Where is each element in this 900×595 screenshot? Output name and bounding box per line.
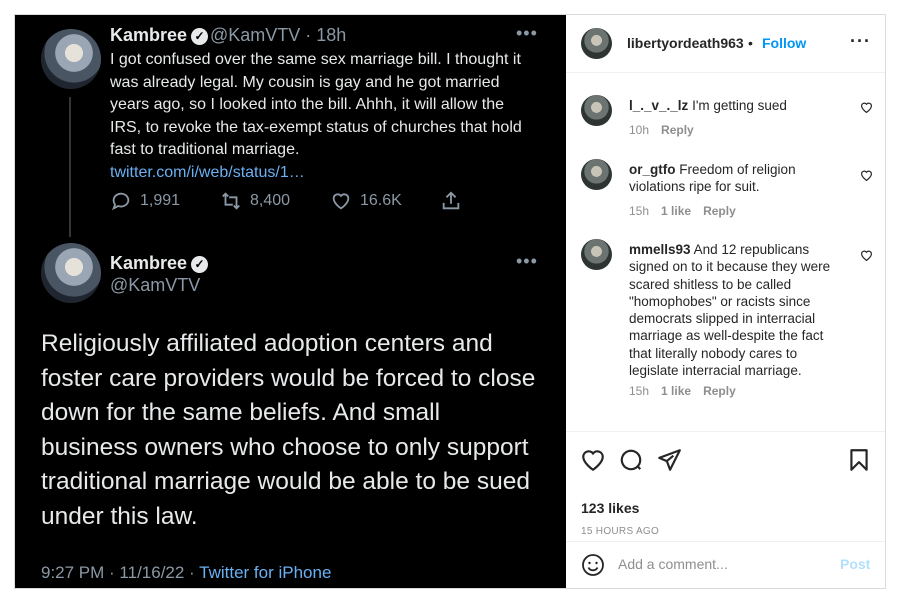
comment-icon[interactable] — [618, 447, 644, 473]
post-button[interactable]: Post — [840, 556, 870, 572]
like-count: 16.6K — [360, 192, 402, 209]
verified-icon: ✓ — [191, 255, 209, 273]
post-frame: Kambree ✓ @KamVTV · 18h ••• I got confuse… — [14, 14, 886, 589]
tweet-link[interactable]: twitter.com/i/web/status/1… — [110, 162, 530, 185]
follow-button[interactable]: Follow — [762, 35, 806, 51]
reply-button[interactable]: Reply — [703, 384, 736, 398]
tweet2-avatar — [41, 243, 101, 303]
comment-input[interactable]: Add a comment... — [618, 556, 728, 572]
tweet2-timestamp: 9:27 PM · 11/16/22 · — [41, 563, 200, 582]
tweet-author: Kambree ✓ — [110, 25, 209, 46]
comment-meta: 15h 1 like Reply — [629, 204, 748, 218]
likes-count[interactable]: 123 likes — [581, 500, 639, 516]
comment-avatar[interactable] — [581, 95, 612, 126]
tweet-actions: 1,991 8,400 16.6K — [110, 190, 470, 216]
heart-icon[interactable] — [860, 169, 873, 182]
comment-avatar[interactable] — [581, 239, 612, 270]
verified-icon: ✓ — [191, 27, 209, 45]
reply-icon — [111, 192, 130, 211]
comment-meta: 10h Reply — [629, 123, 706, 137]
heart-icon — [332, 193, 350, 210]
post-time: 15 HOURS AGO — [581, 526, 660, 537]
comment-time: 15h — [629, 204, 650, 218]
comments-list: l_._v_._lz I'm getting sued 10h Reply or_… — [566, 73, 885, 431]
comment-likes[interactable]: 1 like — [661, 384, 691, 398]
ig-actions: 123 likes 15 HOURS AGO — [566, 431, 885, 542]
separator-dot: • — [748, 35, 753, 51]
tweet-avatar — [41, 29, 101, 89]
tweet2-source[interactable]: Twitter for iPhone — [199, 563, 331, 582]
tweet2-body: Religiously affiliated adoption centers … — [41, 330, 536, 530]
more-icon[interactable]: ••• — [516, 251, 538, 272]
comment-username[interactable]: or_gtfo — [629, 162, 676, 177]
tweet-body: I got confused over the same sex marriag… — [110, 49, 530, 184]
tweet2-meta: 9:27 PM · 11/16/22 · Twitter for iPhone — [41, 563, 331, 583]
reply-action[interactable]: 1,991 — [110, 190, 180, 212]
like-action[interactable]: 16.6K — [330, 190, 402, 212]
more-icon[interactable]: ··· — [850, 31, 871, 52]
ig-username[interactable]: libertyordeath963 — [627, 35, 744, 51]
reply-count: 1,991 — [140, 192, 181, 209]
comment-time: 15h — [629, 384, 650, 398]
share-action[interactable] — [440, 190, 462, 212]
retweet-count: 8,400 — [250, 192, 291, 209]
reply-button[interactable]: Reply — [661, 123, 694, 137]
more-icon[interactable]: ••• — [516, 23, 538, 44]
ig-avatar[interactable] — [581, 28, 612, 59]
tweet2-handle: @KamVTV — [110, 275, 201, 295]
like-icon[interactable] — [580, 447, 606, 473]
share-icon[interactable] — [656, 447, 682, 473]
tweet2-author-name: Kambree — [110, 253, 188, 273]
comment-username[interactable]: l_._v_._lz — [629, 98, 688, 113]
comment-time: 10h — [629, 123, 650, 137]
tweet-text: I got confused over the same sex marriag… — [110, 51, 522, 158]
comment-avatar[interactable] — [581, 159, 612, 190]
comment-text: or_gtfo Freedom of religion violations r… — [629, 161, 839, 196]
instagram-panel: libertyordeath963 • Follow ··· l_._v_._l… — [566, 15, 885, 588]
comment-bar: Add a comment... Post — [566, 541, 885, 588]
bookmark-icon[interactable] — [846, 447, 872, 473]
comment-username[interactable]: mmells93 — [629, 242, 691, 257]
comment-likes[interactable]: 1 like — [661, 204, 691, 218]
comment-text: l_._v_._lz I'm getting sued — [629, 97, 839, 114]
heart-icon[interactable] — [860, 101, 873, 114]
heart-icon[interactable] — [860, 249, 873, 262]
retweet-icon — [222, 192, 240, 210]
share-icon — [442, 191, 460, 210]
ig-header: libertyordeath963 • Follow ··· — [566, 15, 885, 73]
reply-button[interactable]: Reply — [703, 204, 736, 218]
comment-text: mmells93 And 12 republicans signed on to… — [629, 241, 839, 379]
comment-body: I'm getting sued — [692, 98, 787, 113]
tweet2-author: Kambree ✓ — [110, 253, 209, 274]
tweet-screenshot: Kambree ✓ @KamVTV · 18h ••• I got confuse… — [15, 15, 566, 588]
tweet-author-name: Kambree — [110, 25, 188, 45]
emoji-icon[interactable] — [581, 553, 605, 577]
comment-meta: 15h 1 like Reply — [629, 384, 748, 398]
retweet-action[interactable]: 8,400 — [220, 190, 290, 212]
comment-body: And 12 republicans signed on to it becau… — [629, 242, 831, 379]
tweet-handle-time: @KamVTV · 18h — [210, 25, 347, 45]
thread-line — [69, 97, 71, 237]
